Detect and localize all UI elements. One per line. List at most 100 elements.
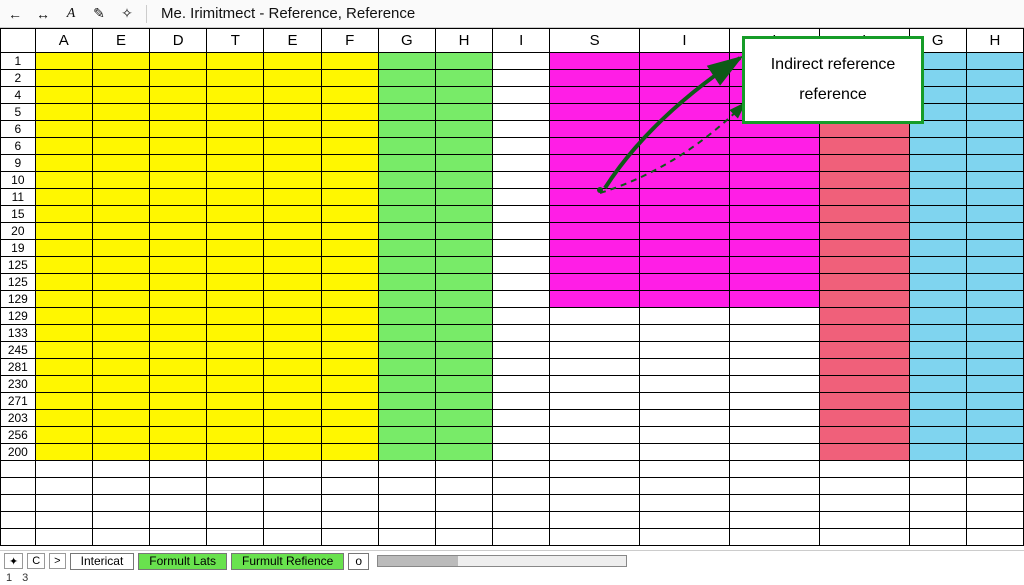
row-header[interactable]: 9 <box>1 155 36 172</box>
cell[interactable] <box>150 206 207 223</box>
cell[interactable] <box>909 325 966 342</box>
cell[interactable] <box>966 155 1023 172</box>
cell[interactable] <box>550 478 640 495</box>
cell[interactable] <box>207 155 264 172</box>
cell[interactable] <box>264 512 321 529</box>
cell[interactable] <box>435 393 492 410</box>
cell[interactable] <box>150 427 207 444</box>
cell[interactable] <box>35 53 92 70</box>
cell[interactable] <box>909 444 966 461</box>
cell[interactable] <box>378 104 435 121</box>
cell[interactable] <box>321 512 378 529</box>
cell[interactable] <box>92 70 149 87</box>
cell[interactable] <box>966 87 1023 104</box>
cell[interactable] <box>729 325 819 342</box>
cell[interactable] <box>966 274 1023 291</box>
cell[interactable] <box>150 291 207 308</box>
back-icon[interactable]: ← <box>6 5 24 23</box>
cell[interactable] <box>378 274 435 291</box>
cell[interactable] <box>378 461 435 478</box>
cell[interactable] <box>378 359 435 376</box>
cell[interactable] <box>35 189 92 206</box>
cell[interactable] <box>966 325 1023 342</box>
cell[interactable] <box>435 87 492 104</box>
cell[interactable] <box>493 104 550 121</box>
cell[interactable] <box>493 189 550 206</box>
cell[interactable] <box>207 121 264 138</box>
cell[interactable] <box>378 257 435 274</box>
cell[interactable] <box>493 376 550 393</box>
hmove-icon[interactable]: ↔ <box>34 5 52 23</box>
cell[interactable] <box>92 308 149 325</box>
cell[interactable] <box>207 104 264 121</box>
cell[interactable] <box>493 410 550 427</box>
cell[interactable] <box>493 240 550 257</box>
cell[interactable] <box>966 359 1023 376</box>
column-header[interactable]: H <box>966 29 1023 53</box>
cell[interactable] <box>550 461 640 478</box>
cell[interactable] <box>819 223 909 240</box>
cell[interactable] <box>264 223 321 240</box>
cell[interactable] <box>150 240 207 257</box>
cell[interactable] <box>966 461 1023 478</box>
cell[interactable] <box>819 274 909 291</box>
cell[interactable] <box>207 274 264 291</box>
cell[interactable] <box>640 104 730 121</box>
cell[interactable] <box>321 291 378 308</box>
cell[interactable] <box>264 104 321 121</box>
cell[interactable] <box>435 155 492 172</box>
column-header[interactable]: T <box>207 29 264 53</box>
cell[interactable] <box>378 138 435 155</box>
cell[interactable] <box>435 410 492 427</box>
cell[interactable] <box>321 308 378 325</box>
cell[interactable] <box>321 206 378 223</box>
cell[interactable] <box>264 189 321 206</box>
cell[interactable] <box>493 342 550 359</box>
cell[interactable] <box>640 172 730 189</box>
cell[interactable] <box>150 359 207 376</box>
cell[interactable] <box>378 495 435 512</box>
cell[interactable] <box>264 257 321 274</box>
cell[interactable] <box>321 274 378 291</box>
cell[interactable] <box>966 172 1023 189</box>
cell[interactable] <box>640 478 730 495</box>
cell[interactable] <box>150 478 207 495</box>
cell[interactable] <box>35 104 92 121</box>
cell[interactable] <box>966 104 1023 121</box>
cell[interactable] <box>321 529 378 546</box>
cell[interactable] <box>550 376 640 393</box>
cell[interactable] <box>264 274 321 291</box>
cell[interactable] <box>966 512 1023 529</box>
cell[interactable] <box>207 206 264 223</box>
cell[interactable] <box>966 376 1023 393</box>
cell[interactable] <box>35 308 92 325</box>
cell[interactable] <box>640 138 730 155</box>
row-header[interactable] <box>1 461 36 478</box>
cell[interactable] <box>321 87 378 104</box>
column-header[interactable]: I <box>493 29 550 53</box>
cell[interactable] <box>150 223 207 240</box>
cell[interactable] <box>35 206 92 223</box>
cell[interactable] <box>92 342 149 359</box>
cell[interactable] <box>207 308 264 325</box>
cell[interactable] <box>150 138 207 155</box>
cell[interactable] <box>819 240 909 257</box>
cell[interactable] <box>264 376 321 393</box>
cell[interactable] <box>640 70 730 87</box>
cell[interactable] <box>550 274 640 291</box>
cell[interactable] <box>35 410 92 427</box>
cell[interactable] <box>435 376 492 393</box>
scrollbar-thumb[interactable] <box>378 556 458 566</box>
cell[interactable] <box>909 529 966 546</box>
cell[interactable] <box>729 478 819 495</box>
cell[interactable] <box>966 308 1023 325</box>
cell[interactable] <box>819 427 909 444</box>
cell[interactable] <box>321 70 378 87</box>
cell[interactable] <box>966 138 1023 155</box>
cell[interactable] <box>550 257 640 274</box>
column-header[interactable]: G <box>378 29 435 53</box>
row-header[interactable]: 245 <box>1 342 36 359</box>
cell[interactable] <box>378 427 435 444</box>
cell[interactable] <box>550 325 640 342</box>
cell[interactable] <box>378 53 435 70</box>
